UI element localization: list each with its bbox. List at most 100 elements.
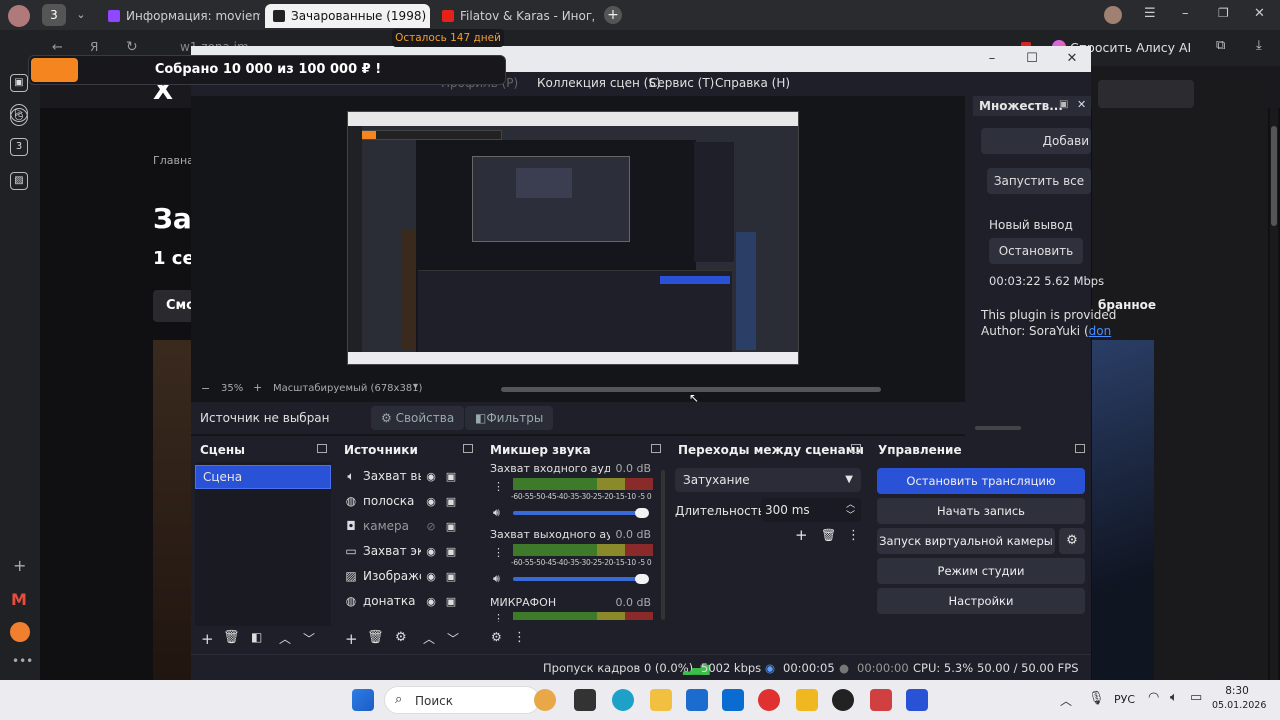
new-tab-button[interactable]: +	[604, 6, 622, 24]
transition-select[interactable]: Затухание ▼	[675, 468, 861, 492]
explorer-icon[interactable]	[650, 689, 672, 711]
outlook-icon[interactable]	[722, 689, 744, 711]
volume-slider[interactable]	[513, 511, 643, 515]
plugin-close-icon[interactable]: ✕	[1077, 98, 1086, 111]
eye-icon[interactable]: ◉	[421, 495, 441, 508]
add-button[interactable]: Добави	[981, 128, 1091, 154]
channel-menu-icon[interactable]: ⋮	[493, 480, 504, 493]
volume-knob[interactable]	[635, 508, 649, 518]
obs-minimize-icon[interactable]: –	[977, 49, 1007, 69]
tab-charmed[interactable]: Зачарованные (1998) с ✕	[265, 4, 430, 28]
minimize-icon[interactable]: –	[1182, 6, 1189, 21]
close-window-icon[interactable]: ✕	[1254, 6, 1265, 21]
sidebar-video-icon[interactable]: ▣	[10, 74, 28, 92]
chart-app-icon[interactable]	[906, 689, 928, 711]
tabs-dropdown-icon[interactable]: ⌄	[72, 6, 90, 24]
eye-icon[interactable]: ◉	[421, 570, 441, 583]
source-settings-icon[interactable]: ⚙	[395, 630, 407, 645]
wifi-icon[interactable]: ◠	[1148, 690, 1159, 705]
move-up-icon[interactable]: ︿	[279, 630, 291, 647]
zoom-out-button[interactable]: −	[201, 382, 210, 395]
trash-icon[interactable]: 🗑	[367, 630, 384, 645]
app-icon[interactable]	[10, 622, 30, 642]
user-avatar[interactable]	[1104, 6, 1122, 24]
profile-avatar[interactable]	[8, 5, 30, 27]
scene-item[interactable]: Сцена	[195, 465, 331, 489]
duration-input[interactable]: 300 ms ︿ ﹀	[761, 498, 861, 522]
zoom-mode[interactable]: Масштабируемый (678x381)	[273, 383, 422, 394]
extensions-icon[interactable]: ⧉	[1216, 38, 1225, 53]
move-up-icon[interactable]: ︿	[423, 630, 435, 647]
tab-count-badge[interactable]: 3	[42, 4, 66, 26]
tab-youtube[interactable]: Filatov & Karas - Иногда (	[434, 4, 594, 28]
scene-filter-icon[interactable]: ◧	[251, 630, 262, 644]
back-icon[interactable]: ←	[52, 40, 63, 55]
start-all-button[interactable]: Запустить все	[987, 168, 1091, 194]
sidebar-add-icon[interactable]: +	[13, 556, 26, 575]
app2-icon[interactable]	[870, 689, 892, 711]
obs-maximize-icon[interactable]: ☐	[1017, 49, 1047, 69]
source-item[interactable]: ◍ донатка ◉ ▣	[343, 590, 461, 612]
search-box[interactable]	[1098, 80, 1194, 108]
obs-close-icon[interactable]: ✕	[1057, 49, 1087, 69]
windows-start-icon[interactable]	[352, 689, 374, 711]
battery-icon[interactable]: ▭	[1190, 690, 1202, 705]
speaker-icon[interactable]: 🔊︎	[493, 572, 500, 586]
scrollbar-right[interactable]	[1270, 66, 1278, 680]
zoom-dropdown-icon[interactable]: ▾	[413, 381, 418, 392]
sidebar-circle-play-icon[interactable]: ▷	[10, 104, 28, 122]
virtual-camera-button[interactable]: Запуск виртуальной камеры	[877, 528, 1055, 554]
microphone-icon[interactable]: 🎙︎	[1088, 691, 1105, 706]
dock-pin-icon[interactable]	[317, 444, 327, 453]
lock-icon[interactable]: ▣	[441, 470, 461, 483]
stop-stream-button[interactable]: Остановить трансляцию	[877, 468, 1085, 494]
studio-mode-button[interactable]: Режим студии	[877, 558, 1085, 584]
maximize-icon[interactable]: ❐	[1218, 6, 1229, 20]
tab-moviemad[interactable]: Информация: moviemad	[100, 4, 260, 28]
properties-button[interactable]: ⚙ Свойства	[371, 406, 465, 430]
reload-icon[interactable]: ↻	[126, 39, 138, 55]
stream-preview[interactable]	[347, 111, 799, 365]
add-scene-icon[interactable]: +	[201, 630, 214, 648]
move-down-icon[interactable]: ﹀	[447, 630, 459, 647]
mixer-settings-icon[interactable]: ⚙	[491, 630, 502, 644]
dock-pin-icon[interactable]	[463, 444, 473, 453]
source-item[interactable]: ▭ Захват экр◉▣	[343, 540, 461, 562]
source-item[interactable]: ◍ полоска ◉ ▣	[343, 490, 461, 512]
plugin-float-icon[interactable]: ▣	[1059, 99, 1068, 110]
clock-time[interactable]: 8:30	[1216, 685, 1258, 697]
dock-pin-icon[interactable]	[851, 444, 861, 453]
dock-pin-icon[interactable]	[1075, 444, 1085, 453]
download-icon[interactable]: ⤓	[1256, 38, 1262, 53]
plugin-scrollbar[interactable]	[975, 426, 1021, 430]
widget-icon[interactable]	[534, 689, 556, 711]
mixer-scrollbar[interactable]	[661, 470, 665, 620]
volume-knob[interactable]	[635, 574, 649, 584]
volume-icon[interactable]: 🔈︎	[1170, 690, 1178, 705]
menu-help[interactable]: Справка (H)	[715, 76, 790, 90]
menu-icon[interactable]: ☰	[1144, 6, 1156, 21]
speaker-icon[interactable]: 🔊︎	[493, 506, 500, 520]
clock-date[interactable]: 05.01.2026	[1212, 700, 1266, 711]
trash-icon[interactable]: 🗑	[821, 528, 836, 542]
eye-off-icon[interactable]: ⊘	[421, 520, 441, 533]
channel-menu-icon[interactable]: ⋮	[493, 612, 504, 622]
trash-icon[interactable]: 🗑	[223, 630, 240, 645]
app-icon[interactable]	[796, 689, 818, 711]
file-icon[interactable]	[574, 689, 596, 711]
yandex-icon[interactable]: Я	[90, 40, 98, 54]
start-recording-button[interactable]: Начать запись	[877, 498, 1085, 524]
transition-menu-icon[interactable]: ⋮	[847, 528, 860, 543]
move-down-icon[interactable]: ﹀	[303, 630, 315, 647]
mixer-menu-icon[interactable]: ⋮	[513, 630, 526, 645]
settings-button[interactable]: Настройки	[877, 588, 1085, 614]
eye-icon[interactable]: ◉	[421, 595, 441, 608]
virtual-camera-settings-icon[interactable]: ⚙	[1059, 528, 1085, 554]
filters-button[interactable]: ◧Фильтры	[465, 406, 554, 430]
lock-icon[interactable]: ▣	[441, 545, 461, 558]
zoom-in-button[interactable]: +	[253, 381, 262, 394]
more-icon[interactable]: •••	[12, 654, 33, 668]
lock-icon[interactable]: ▣	[441, 595, 461, 608]
source-item[interactable]: ◘ камера ⊘ ▣	[343, 515, 461, 537]
donate-link[interactable]: don	[1089, 324, 1112, 338]
